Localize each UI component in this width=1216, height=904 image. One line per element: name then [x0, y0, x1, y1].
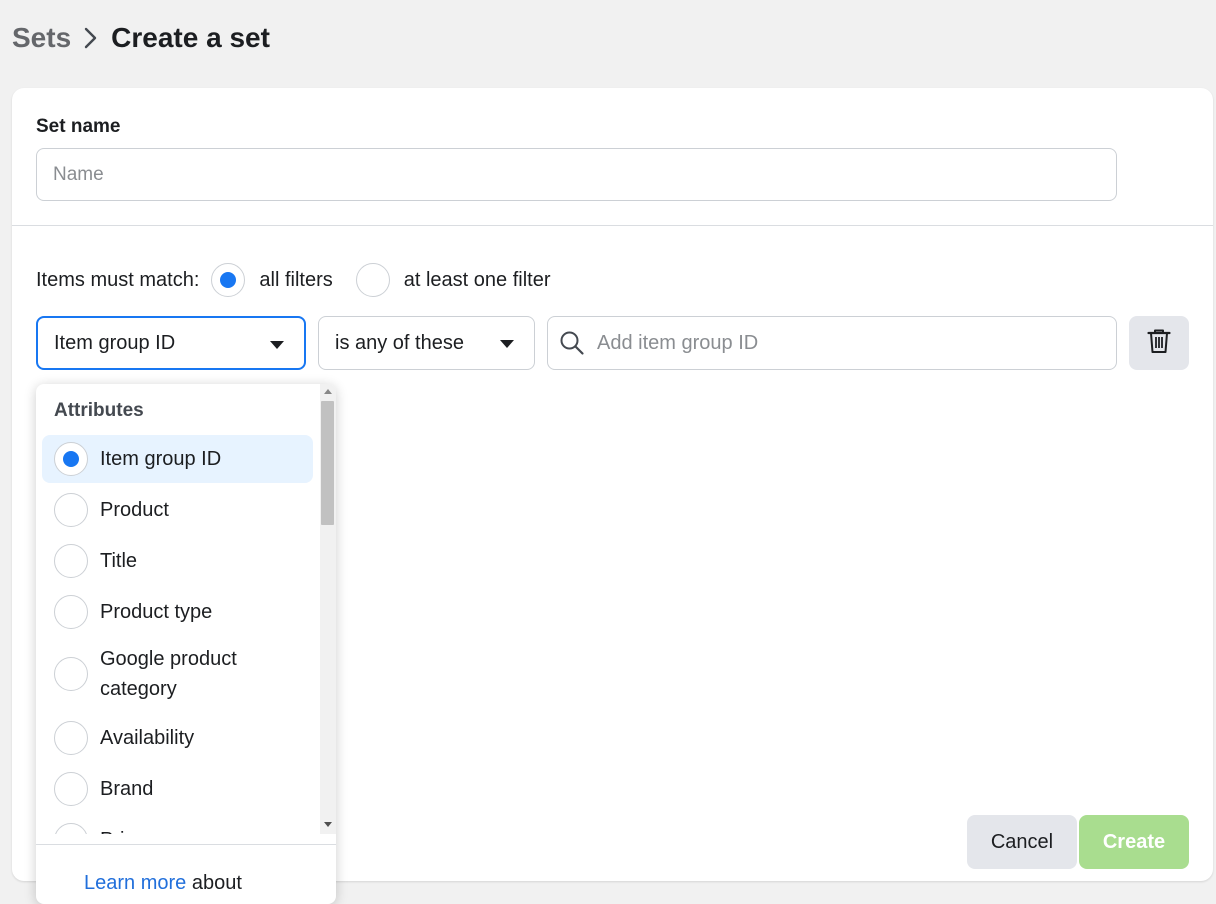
attribute-option-brand[interactable]: Brand [42, 765, 313, 813]
attribute-dropdown-menu: Attributes Item group ID Product Title P… [36, 384, 336, 904]
breadcrumb-sets-link[interactable]: Sets [12, 22, 71, 54]
delete-filter-button[interactable] [1129, 316, 1189, 370]
page-title: Create a set [111, 22, 270, 53]
breadcrumb: Sets Create a set [12, 18, 270, 58]
attribute-option-label: Product [100, 499, 169, 521]
attribute-option-label: Brand [100, 778, 154, 800]
attribute-radio[interactable] [54, 493, 88, 527]
match-all-label: all filters [259, 268, 333, 291]
attribute-option-label: Title [100, 550, 138, 572]
attribute-option-title[interactable]: Title [42, 537, 313, 585]
match-any-filter-option[interactable]: at least one filter [355, 263, 551, 297]
learn-more-link[interactable]: Learn more [84, 872, 186, 894]
attribute-radio[interactable] [54, 595, 88, 629]
attribute-list: Attributes Item group ID Product Title P… [36, 384, 320, 834]
match-any-radio[interactable] [355, 263, 390, 297]
trash-icon [1147, 328, 1171, 359]
scroll-up-arrow-icon[interactable] [324, 389, 332, 394]
attribute-option-label: Google product category [100, 648, 237, 700]
attribute-select-value: Item group ID [54, 331, 176, 354]
attribute-radio[interactable] [54, 823, 88, 834]
attribute-option-label: Product type [100, 601, 213, 623]
attribute-option-label: Item group ID [100, 448, 222, 470]
create-button[interactable]: Create [1079, 815, 1189, 869]
learn-more-text: Learn more about [84, 872, 242, 895]
caret-down-icon [500, 340, 514, 348]
match-label: Items must match: [36, 268, 200, 291]
filter-row: Item group ID is any of these [12, 316, 1213, 370]
caret-down-icon [270, 341, 284, 349]
attribute-option-google-product-category[interactable]: Google product category [42, 640, 313, 708]
attribute-radio[interactable] [54, 772, 88, 806]
attribute-radio[interactable] [54, 721, 88, 755]
attributes-heading: Attributes [54, 400, 144, 421]
item-group-id-input[interactable] [596, 331, 1116, 355]
search-icon [548, 317, 596, 369]
item-group-id-search[interactable] [547, 316, 1117, 370]
attribute-option-availability[interactable]: Availability [42, 714, 313, 762]
chevron-right-icon [71, 18, 111, 58]
attribute-radio[interactable] [54, 442, 88, 476]
operator-select[interactable]: is any of these [318, 316, 535, 370]
set-name-label: Set name [36, 116, 121, 137]
scrollbar-thumb[interactable] [321, 401, 334, 525]
attribute-option-label: Price [100, 825, 146, 834]
section-divider [12, 225, 1213, 226]
learn-more-suffix: about [191, 872, 242, 894]
attribute-option-item-group-id[interactable]: Item group ID [42, 435, 313, 483]
match-mode-row: Items must match: all filters at least o… [36, 260, 573, 300]
match-any-label: at least one filter [403, 268, 551, 291]
match-all-filters-option[interactable]: all filters [211, 263, 333, 297]
attribute-radio[interactable] [54, 657, 88, 691]
scroll-down-arrow-icon[interactable] [324, 822, 332, 827]
attribute-option-price[interactable]: Price [42, 816, 313, 834]
attribute-option-product-type[interactable]: Product type [42, 588, 313, 636]
attribute-option-label: Availability [100, 727, 195, 749]
set-name-input[interactable] [36, 148, 1117, 201]
attribute-option-product[interactable]: Product [42, 486, 313, 534]
attribute-select[interactable]: Item group ID [36, 316, 306, 370]
operator-select-value: is any of these [335, 331, 464, 354]
attribute-radio[interactable] [54, 544, 88, 578]
dropdown-footer-divider [36, 844, 336, 845]
cancel-button[interactable]: Cancel [967, 815, 1077, 869]
match-all-radio[interactable] [211, 263, 246, 297]
dropdown-scrollbar[interactable] [320, 384, 336, 834]
